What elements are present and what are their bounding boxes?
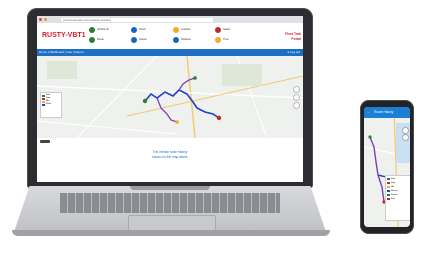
user-icon: ● <box>287 50 290 54</box>
info-chip[interactable]: Time <box>215 36 229 43</box>
footer-caption: The vehicle route history shown on the m… <box>37 150 303 160</box>
info-chip-grid: Vehicle ID Driver Location Status Route … <box>89 26 259 46</box>
back-arrow-icon[interactable]: ← <box>367 110 370 114</box>
chip-label: Location <box>181 28 191 31</box>
route-icon <box>89 36 95 43</box>
driver-icon <box>131 26 137 33</box>
legend-swatch <box>42 97 45 100</box>
nav-links[interactable]: Home | Dashboard | Live | Report <box>39 49 84 56</box>
brand-line: Portal <box>291 36 301 41</box>
laptop-screen: portal.example.com/vehicle-tracking RUST… <box>37 16 303 182</box>
map-pin-icon[interactable] <box>368 135 372 139</box>
chip-label: Distance <box>181 38 192 41</box>
location-icon <box>173 26 179 33</box>
chip-label: Status <box>223 28 231 31</box>
card-swatch <box>387 182 390 184</box>
layers-icon[interactable] <box>293 102 300 109</box>
chip-label: Driver <box>139 28 146 31</box>
address-bar[interactable]: portal.example.com/vehicle-tracking <box>61 17 213 22</box>
chip-label: Route <box>97 38 104 41</box>
map-park <box>222 64 262 86</box>
legend-swatch <box>42 94 45 97</box>
vehicle-icon <box>89 26 95 33</box>
app-header: RUSTY-VBT1 Vehicle ID Driver Location St… <box>37 23 303 50</box>
logout-label: Log out <box>289 50 300 54</box>
card-swatch <box>387 198 390 200</box>
chip-label: Speed <box>139 38 147 41</box>
card-swatch <box>387 186 390 188</box>
card-swatch <box>387 194 390 196</box>
phone-app-bar: ← Route History <box>364 107 410 118</box>
brand-block: Fleet Trak Portal <box>259 32 301 41</box>
laptop-touchpad <box>128 215 216 231</box>
zoom-in-icon[interactable] <box>402 127 409 134</box>
distance-icon <box>173 36 179 43</box>
laptop-keyboard <box>60 193 280 213</box>
map-pin-icon[interactable] <box>193 76 197 80</box>
info-chip[interactable]: Vehicle ID <box>89 26 109 33</box>
minimize-window-icon[interactable] <box>44 18 47 21</box>
browser-toolbar: portal.example.com/vehicle-tracking <box>37 16 303 23</box>
status-icon <box>215 26 221 33</box>
card-swatch <box>387 190 390 192</box>
info-chip[interactable]: Driver <box>131 26 146 33</box>
map-pin-icon[interactable] <box>216 115 222 121</box>
legend-item: Route <box>42 103 60 106</box>
speed-icon <box>131 36 137 43</box>
zoom-out-icon[interactable] <box>402 134 409 141</box>
info-chip[interactable]: Status <box>215 26 230 33</box>
legend-label: Route <box>46 103 52 105</box>
laptop-edge <box>12 230 330 236</box>
logout-link[interactable]: ● Log out <box>287 49 300 56</box>
map-canvas <box>37 56 303 138</box>
nav-bar: Home | Dashboard | Live | Report ● Log o… <box>37 49 303 56</box>
phone-title: Route History <box>374 110 394 114</box>
time-icon <box>215 36 221 43</box>
info-chip[interactable]: Distance <box>173 36 191 43</box>
close-window-icon[interactable] <box>39 18 42 21</box>
summary-bar-icon <box>40 140 50 143</box>
app-logo[interactable]: RUSTY-VBT1 <box>42 32 86 39</box>
chip-label: Time <box>223 38 229 41</box>
phone-screen: ← Route History Start Stop Idle Moving P… <box>364 107 410 227</box>
card-row: End <box>387 197 410 201</box>
legend-swatch <box>42 103 45 106</box>
map-pin-icon[interactable] <box>175 120 179 124</box>
map-park <box>47 61 77 79</box>
laptop-hinge <box>130 186 210 190</box>
card-label: End <box>391 198 395 200</box>
map-pin-icon[interactable] <box>142 98 148 104</box>
route-details-card: Start Stop Idle Moving Parked End <box>385 175 410 221</box>
info-chip[interactable]: Route <box>89 36 104 43</box>
footer-line: shown on the map above <box>152 155 188 159</box>
map-legend: Start Stop Idle Route <box>40 92 62 118</box>
chip-label: Vehicle ID <box>97 28 109 31</box>
info-chip[interactable]: Location <box>173 26 191 33</box>
zoom-out-icon[interactable] <box>293 94 300 101</box>
card-swatch <box>387 178 390 180</box>
legend-swatch <box>42 100 45 103</box>
zoom-in-icon[interactable] <box>293 86 300 93</box>
route-map[interactable]: Start Stop Idle Route <box>37 56 303 138</box>
info-chip[interactable]: Speed <box>131 36 147 43</box>
